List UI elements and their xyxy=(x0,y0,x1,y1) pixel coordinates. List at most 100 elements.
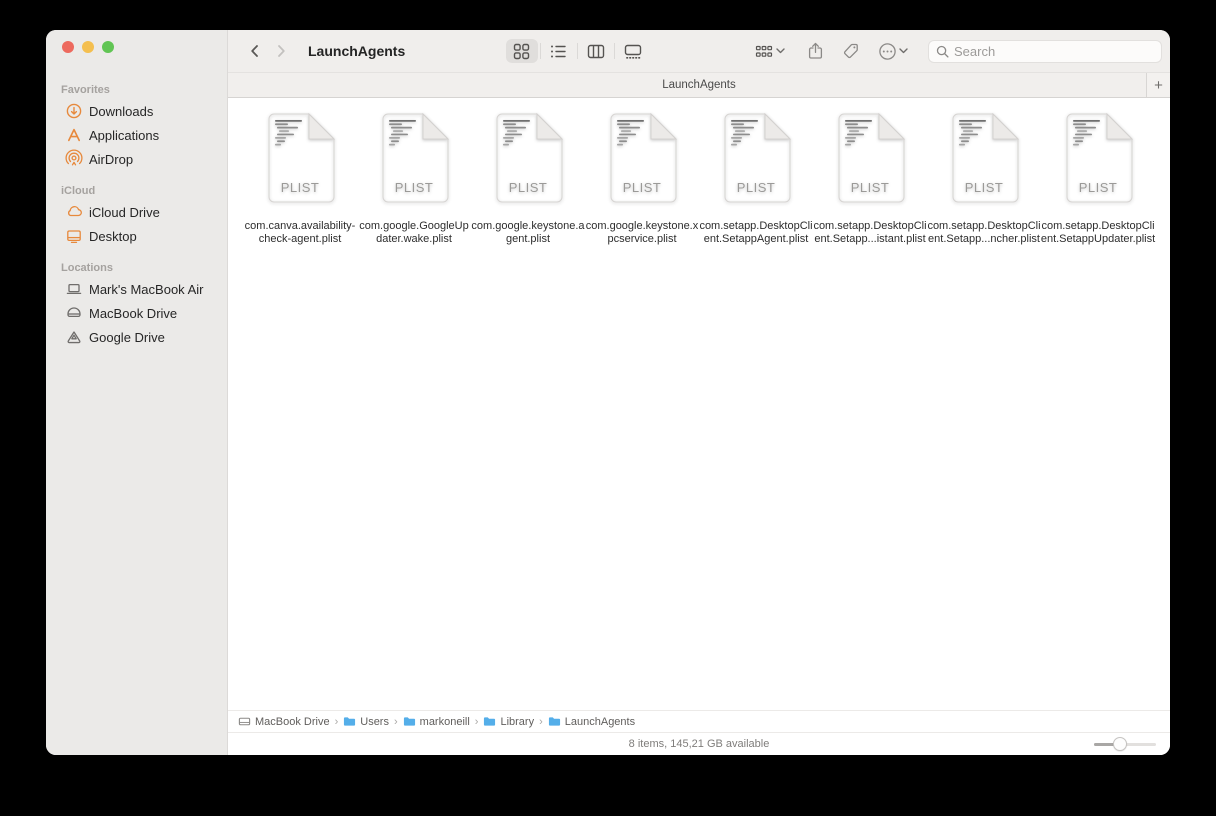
zoom-button[interactable] xyxy=(102,41,114,53)
plist-file-icon: PLIST xyxy=(834,113,906,203)
list-view-button[interactable] xyxy=(543,39,575,63)
tab-launchagents[interactable]: LaunchAgents xyxy=(228,79,1170,91)
file-type-badge: PLIST xyxy=(280,180,320,195)
file-item[interactable]: PLIST com.setapp.DesktopCli ent.SetappUpd… xyxy=(1041,113,1155,246)
sidebar-item-airdrop[interactable]: AirDrop xyxy=(52,147,221,171)
sidebar-item-google-drive[interactable]: Google Drive xyxy=(52,325,221,349)
group-button[interactable] xyxy=(749,39,791,63)
search-field[interactable] xyxy=(928,39,1163,63)
crumb-label: MacBook Drive xyxy=(255,715,330,728)
search-icon xyxy=(936,45,949,58)
gallery-view-button[interactable] xyxy=(617,39,649,63)
internal-drive-icon xyxy=(67,307,81,318)
plist-file-icon: PLIST xyxy=(492,113,564,203)
file-name: com.google.keystone.a gent.plist xyxy=(471,220,585,245)
path-crumb-library[interactable]: Library xyxy=(483,715,534,728)
sidebar-item-icloud-drive[interactable]: iCloud Drive xyxy=(52,200,221,224)
slider-knob[interactable] xyxy=(1113,737,1127,751)
status-text: 8 items, 145,21 GB available xyxy=(628,738,770,750)
drive-icon xyxy=(238,717,251,726)
sidebar: Favorites Downloads Applications AirDrop… xyxy=(46,30,228,755)
file-type-badge: PLIST xyxy=(850,180,890,195)
file-item[interactable]: PLIST com.setapp.DesktopCli ent.Setapp...… xyxy=(813,113,927,246)
file-name: com.setapp.DesktopCli ent.SetappUpdater.p… xyxy=(1040,220,1156,245)
minimize-button[interactable] xyxy=(82,41,94,53)
crumb-label: Library xyxy=(500,715,535,728)
sidebar-item-label: Applications xyxy=(89,127,160,143)
file-type-badge: PLIST xyxy=(622,180,662,195)
desktop-icon xyxy=(67,230,81,244)
path-bar: MacBook Drive › Users › markoneill › Lib… xyxy=(228,710,1170,732)
file-item[interactable]: PLIST com.google.GoogleUp dater.wake.plis… xyxy=(357,113,471,246)
sidebar-item-applications[interactable]: Applications xyxy=(52,123,221,147)
finder-window: Favorites Downloads Applications AirDrop… xyxy=(46,30,1170,755)
sidebar-section-favorites: Favorites xyxy=(61,84,110,96)
file-name: com.canva.availability-check-agent.plist xyxy=(244,220,356,245)
sidebar-item-label: Google Drive xyxy=(89,329,165,345)
chevron-right-icon xyxy=(278,45,285,57)
forward-button[interactable] xyxy=(268,38,294,64)
folder-icon xyxy=(484,717,496,726)
plist-file-icon: PLIST xyxy=(606,113,678,203)
applications-icon xyxy=(68,128,80,142)
crumb-label: markoneill xyxy=(419,715,470,728)
gallery-view-icon xyxy=(624,44,641,59)
file-item[interactable]: PLIST com.google.keystone.x pcservice.pli… xyxy=(585,113,699,246)
grid-view-icon xyxy=(513,43,530,59)
tags-button[interactable] xyxy=(836,39,866,63)
traffic-lights xyxy=(46,30,227,70)
file-type-badge: PLIST xyxy=(508,180,548,195)
path-crumb-markoneill[interactable]: markoneill xyxy=(403,715,470,728)
tag-icon xyxy=(843,43,858,59)
chevron-down-icon xyxy=(776,48,785,54)
file-type-badge: PLIST xyxy=(736,180,776,195)
search-input[interactable] xyxy=(954,43,1155,59)
plist-file-icon: PLIST xyxy=(1062,113,1134,203)
column-view-button[interactable] xyxy=(580,39,612,63)
file-name: com.setapp.DesktopCli ent.SetappAgent.pli… xyxy=(699,220,813,245)
new-tab-button[interactable]: + xyxy=(1146,73,1170,97)
crumb-separator: › xyxy=(474,715,479,728)
plist-file-icon: PLIST xyxy=(948,113,1020,203)
file-item[interactable]: PLIST com.setapp.DesktopCli ent.SetappAge… xyxy=(699,113,813,246)
crumb-separator: › xyxy=(334,715,339,728)
laptop-icon xyxy=(66,283,82,295)
sidebar-item-desktop[interactable]: Desktop xyxy=(52,224,221,248)
file-browser-content: PLIST com.canva.availability-check-agent… xyxy=(228,98,1170,710)
file-item[interactable]: PLIST com.canva.availability-check-agent… xyxy=(243,113,357,246)
icon-view-button[interactable] xyxy=(505,39,538,63)
share-button[interactable] xyxy=(801,39,830,63)
downloads-icon xyxy=(66,103,82,119)
icloud-drive-icon xyxy=(68,206,82,217)
tab-bar: LaunchAgents + xyxy=(228,72,1170,98)
path-crumb-users[interactable]: Users xyxy=(343,715,389,728)
folder-icon xyxy=(344,717,356,726)
sidebar-item-label: Downloads xyxy=(89,103,154,119)
path-crumb-macbook-drive[interactable]: MacBook Drive xyxy=(238,715,330,728)
toolbar: LaunchAgents xyxy=(228,30,1170,72)
share-icon xyxy=(808,42,823,59)
sidebar-item-label: iCloud Drive xyxy=(89,204,160,220)
main-area: LaunchAgents Search LaunchAgents + PLIST… xyxy=(228,30,1170,755)
file-type-badge: PLIST xyxy=(964,180,1004,195)
group-by-icon xyxy=(755,45,773,57)
sidebar-item-label: Desktop xyxy=(89,228,137,244)
crumb-separator: › xyxy=(539,715,543,728)
list-view-icon xyxy=(551,45,566,57)
sidebar-item-macbook-air[interactable]: Mark's MacBook Air xyxy=(52,277,221,301)
file-item[interactable]: PLIST com.setapp.DesktopCli ent.Setapp...… xyxy=(927,113,1041,246)
close-button[interactable] xyxy=(62,41,74,53)
file-name: com.google.keystone.x pcservice.plist xyxy=(585,220,699,245)
back-button[interactable] xyxy=(242,38,268,64)
zoom-slider[interactable] xyxy=(1094,737,1156,751)
file-name: com.google.GoogleUp dater.wake.plist xyxy=(359,220,469,245)
file-item[interactable]: PLIST com.google.keystone.a gent.plist xyxy=(471,113,585,246)
path-crumb-launchagents[interactable]: LaunchAgents xyxy=(548,715,635,728)
file-name: com.setapp.DesktopCli ent.Setapp...ncher.… xyxy=(927,220,1041,245)
crumb-label: LaunchAgents xyxy=(564,715,636,728)
column-view-icon xyxy=(587,44,604,58)
sidebar-item-label: Mark's MacBook Air xyxy=(89,281,204,297)
sidebar-item-downloads[interactable]: Downloads xyxy=(52,99,221,123)
sidebar-item-macbook-drive[interactable]: MacBook Drive xyxy=(52,301,221,325)
more-actions-button[interactable] xyxy=(872,39,914,63)
